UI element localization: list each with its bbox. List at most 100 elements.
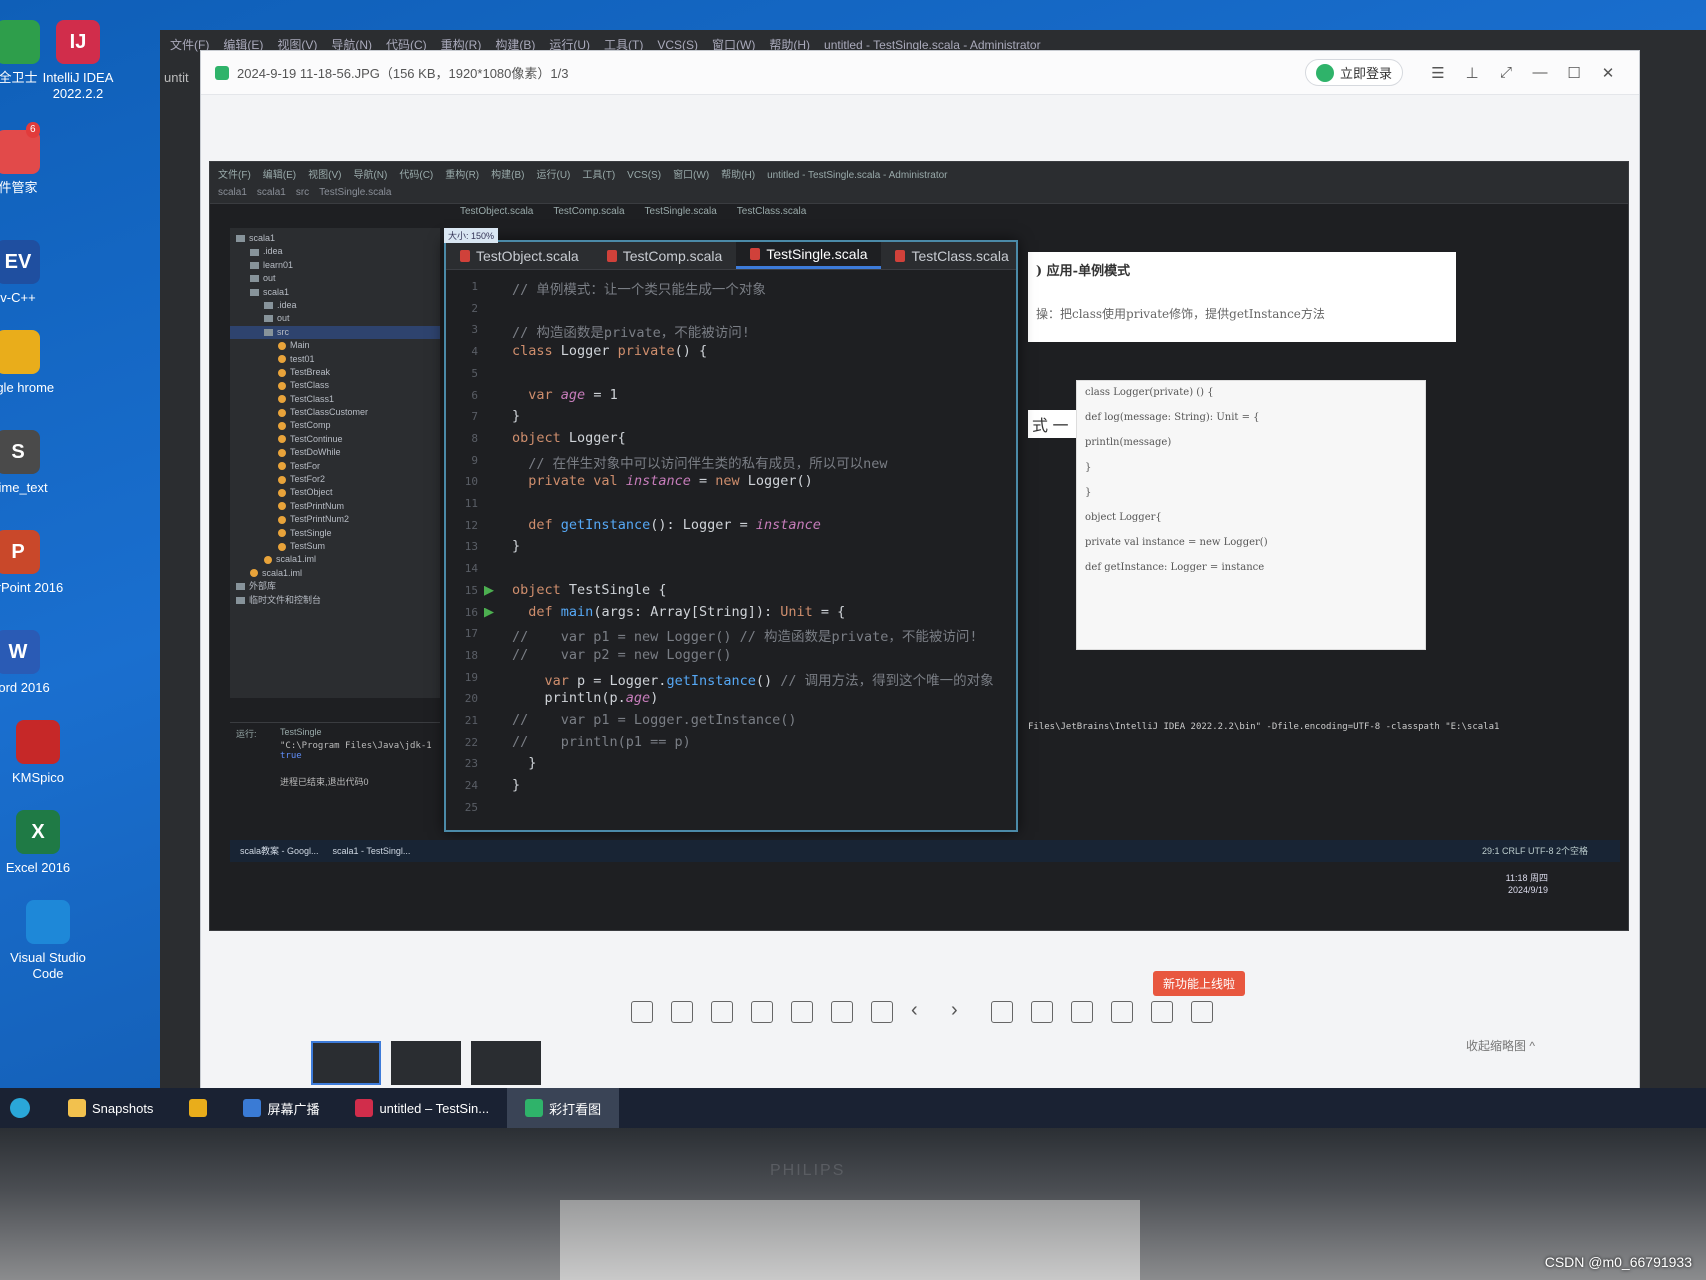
minimize-button[interactable]: —	[1523, 64, 1557, 81]
grid-icon[interactable]	[1191, 1001, 1213, 1023]
editor-tab[interactable]: TestComp.scala	[593, 242, 737, 269]
close-button[interactable]: ✕	[1591, 64, 1625, 82]
fit-icon[interactable]	[751, 1001, 773, 1023]
desktop-icon-sublime[interactable]: Sblime_text	[0, 430, 66, 496]
login-button[interactable]: 立即登录	[1304, 59, 1403, 86]
code-area: 1// 单例模式：让一个类只能生成一个对象 2 3// 构造函数是private，不…	[446, 270, 1016, 830]
ocr-icon[interactable]	[1111, 1001, 1133, 1023]
viewer-titlebar: 2024-9-19 11-18-56.JPG（156 KB，1920*1080像…	[201, 51, 1639, 95]
zoom-in-icon[interactable]	[671, 1001, 693, 1023]
taskbar-label: untitled – TestSin...	[379, 1100, 490, 1116]
run-label: 运行:	[236, 729, 257, 739]
desktop-icon-label: Word 2016	[0, 680, 50, 695]
new-feature-badge[interactable]: 新功能上线啦	[1153, 971, 1246, 996]
scala-file-icon	[895, 249, 906, 262]
desktop-icon-powerpoint[interactable]: PowerPoint 2016	[0, 530, 66, 596]
desktop-icon-intellij[interactable]: IJ IntelliJ IDEA 2022.2.2	[30, 20, 126, 102]
screenshot-taskbar: scala教案 - Googl... scala1 - TestSingl...	[230, 840, 1620, 862]
clock-time: 11:18 周四	[1505, 873, 1548, 883]
file-icon	[250, 569, 258, 578]
editor-tab[interactable]: TestObject.scala	[446, 242, 593, 269]
zoom-tag: 大小: 150%	[444, 228, 499, 243]
hand-icon[interactable]	[631, 1001, 653, 1023]
taskbar-button[interactable]: 屏幕广播	[225, 1088, 337, 1128]
slide-side-text: 式 一	[1028, 410, 1076, 438]
screenshot-menubar: 文件(F) 编辑(E) 视图(V) 导航(N) 代码(C) 重构(R) 构建(B) 运行(U)…	[210, 162, 1628, 184]
fullscreen-icon[interactable]: ⤢	[1489, 64, 1523, 81]
viewer-logo-icon	[215, 65, 229, 80]
tree-item: TestClassCustomer	[230, 406, 440, 419]
tree-item-label: TestObject	[290, 487, 333, 498]
file-icon	[264, 556, 272, 564]
code-line: private val instance = new Logger()	[528, 473, 813, 490]
tree-item: TestObject	[230, 486, 440, 499]
tree-item-label: 外部库	[249, 581, 277, 592]
app-icon	[525, 1099, 544, 1117]
print-icon[interactable]	[871, 1001, 893, 1023]
collapse-thumbnails-button[interactable]: 收起缩略图 ^	[1466, 1037, 1535, 1054]
desktop-icon-manager[interactable]: 6 件管家	[0, 122, 66, 196]
line-number: 19	[464, 670, 478, 684]
project-tree: scala1 .idea learn01 out scala1 .idea out src Ma…	[230, 228, 440, 698]
taskbar-button[interactable]	[171, 1088, 225, 1128]
tree-item-label: 临时文件和控制台	[249, 594, 322, 605]
menu-item: 工具(T)	[582, 170, 616, 181]
maximize-button[interactable]: ☐	[1557, 64, 1591, 82]
rotate-left-icon[interactable]	[991, 1001, 1013, 1023]
tree-item-label: TestClass	[290, 380, 330, 391]
code-line: }	[512, 777, 521, 794]
folder-icon	[264, 328, 273, 336]
editor-tab[interactable]: TestClass.scala	[881, 242, 1022, 269]
slide-title: ) 应用-单例模式	[1036, 264, 1131, 279]
start-icon[interactable]	[10, 1098, 30, 1118]
tree-item-label: scala1.iml	[262, 567, 303, 578]
next-icon[interactable]: ›	[951, 1000, 973, 1023]
thumbnail[interactable]	[311, 1041, 381, 1085]
vscode-icon	[26, 900, 70, 944]
desktop-icon-label: IntelliJ IDEA 2022.2.2	[42, 70, 114, 101]
pin-icon[interactable]: ⊥	[1455, 64, 1489, 82]
folder-icon	[236, 235, 245, 243]
desktop-icon-chrome[interactable]: oogle hrome	[0, 330, 66, 396]
code-line: // 单例模式：让一个类只能生成一个对象	[512, 282, 766, 298]
desktop-icon-devcpp[interactable]: EV v-C++	[0, 240, 66, 306]
file-icon	[278, 529, 286, 538]
folder-icon[interactable]	[791, 1001, 813, 1023]
prev-icon[interactable]: ‹	[911, 1000, 933, 1023]
small-tab: TestSingle.scala	[644, 206, 717, 217]
edit-icon[interactable]	[1151, 1001, 1173, 1023]
thumbnail[interactable]	[391, 1041, 461, 1085]
delete-icon[interactable]	[1071, 1001, 1093, 1023]
run-gutter-icon[interactable]	[484, 607, 494, 618]
desktop-icon-kmspico[interactable]: KMSpico	[0, 720, 86, 786]
editor-tab[interactable]: TestSingle.scala	[736, 242, 882, 269]
menu-icon[interactable]: ☰	[1421, 64, 1455, 82]
tree-item-label: .idea	[263, 246, 283, 257]
desktop-icon-label: Visual Studio Code	[10, 950, 86, 981]
app-icon	[243, 1099, 262, 1117]
photo-of-monitor: 全卫士IJIntelliJ IDEA 2022.2.26件管家EVv-C++oo…	[0, 0, 1706, 1280]
slide-code-line: object Logger{	[1085, 512, 1162, 523]
taskbar-button[interactable]: Snapshots	[50, 1088, 171, 1128]
desktop-icon-word[interactable]: W Word 2016	[0, 630, 66, 696]
viewer-toolbar: ‹ ›	[631, 1000, 1213, 1023]
rotate-right-icon[interactable]	[1031, 1001, 1053, 1023]
taskbar-button[interactable]: untitled – TestSin...	[337, 1088, 507, 1128]
desktop-icon-excel[interactable]: X Excel 2016	[0, 810, 86, 876]
tree-item-label: scala1	[263, 286, 290, 297]
run-output: true	[280, 751, 302, 761]
zoom-out-icon[interactable]	[711, 1001, 733, 1023]
line-number: 23	[464, 757, 478, 771]
slide-code-line: private val instance = new Logger()	[1085, 537, 1268, 548]
thumbnail[interactable]	[471, 1041, 541, 1085]
tree-item-label: out	[277, 313, 290, 324]
slideshow-icon[interactable]	[831, 1001, 853, 1023]
code-line: }	[512, 755, 537, 772]
zoomed-editor: 大小: 150% TestObject.scala TestComp.scala T…	[444, 228, 1018, 832]
desktop-icon-label: Excel 2016	[5, 860, 71, 875]
run-gutter-icon[interactable]	[484, 585, 494, 596]
desktop-icon-vscode[interactable]: Visual Studio Code	[0, 900, 96, 982]
tree-item: learn01	[230, 259, 440, 272]
devcpp-icon: EV	[0, 240, 40, 284]
taskbar-button[interactable]: 彩打看图	[507, 1088, 620, 1128]
